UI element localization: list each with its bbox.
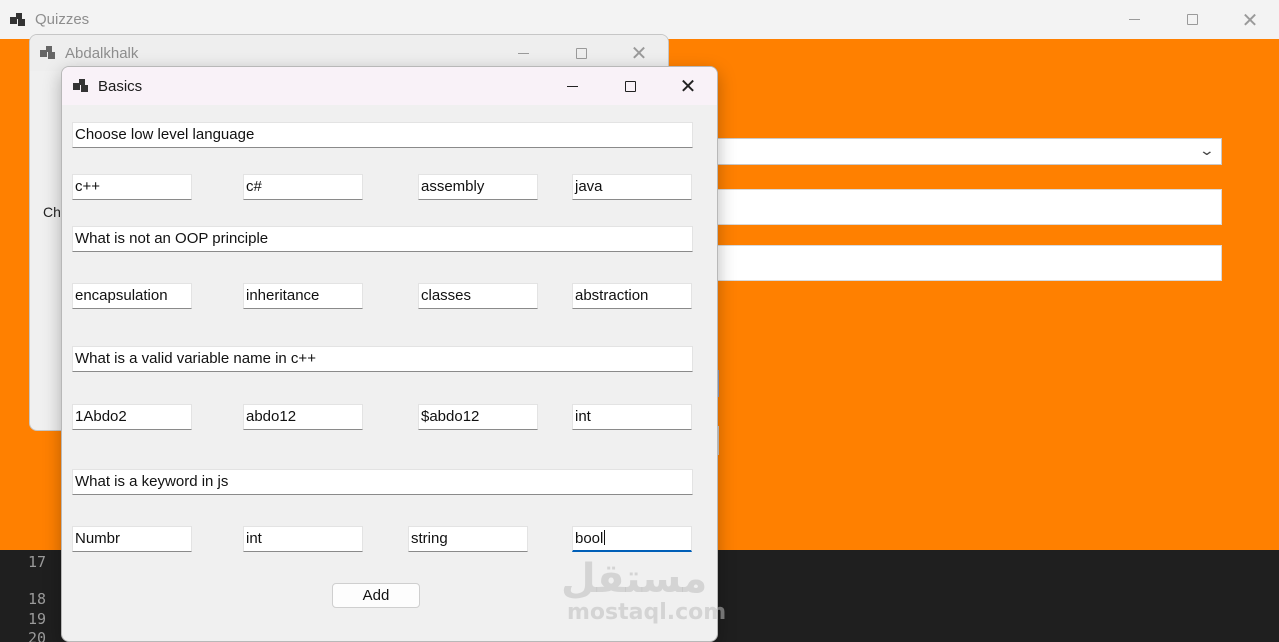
q4-answer-1-input[interactable]: Numbr [72,526,192,552]
q2-answer-3-input[interactable]: classes [418,283,538,309]
q2-answer-4-input[interactable]: abstraction [572,283,692,309]
window-title: Basics [98,77,143,95]
app-window-icon [73,79,89,93]
basics-titlebar[interactable]: Basics ✕ [62,67,717,105]
minimize-icon [1128,19,1140,20]
text-caret [604,530,606,545]
maximize-icon [1186,14,1198,25]
q1-answer-4-input[interactable]: java [572,174,692,200]
line-number: 19 [28,610,47,628]
line-number: 20 [28,629,47,642]
app-window-icon [40,46,56,60]
partial-label: Ch [43,204,61,220]
minimize-icon [517,52,529,54]
question-1-input[interactable]: Choose low level language [72,122,693,148]
window-title: Quizzes [35,11,90,28]
maximize-icon [624,80,636,92]
add-button[interactable]: Add [332,583,420,608]
q2-answer-2-input[interactable]: inheritance [243,283,363,309]
q4-answer-4-input[interactable]: bool [572,526,692,552]
q1-answer-1-input[interactable]: c++ [72,174,192,200]
q4-answer-3-input[interactable]: string [408,526,528,552]
q1-answer-2-input[interactable]: c# [243,174,363,200]
minimize-icon [566,85,578,87]
question-2-input[interactable]: What is not an OOP principle [72,226,693,252]
line-number: 17 [28,553,47,571]
line-number: 18 [28,590,47,608]
window-title: Abdalkhalk [65,44,139,62]
q3-answer-2-input[interactable]: abdo12 [243,404,363,430]
q1-answer-3-input[interactable]: assembly [418,174,538,200]
close-button[interactable]: ✕ [659,67,717,105]
basics-dialog: Basics ✕ Choose low level language c++ c… [61,66,718,642]
question-3-input[interactable]: What is a valid variable name in c++ [72,346,693,372]
close-icon: ✕ [1241,7,1259,32]
category-combobox[interactable]: ⌄ [700,138,1222,165]
q2-answer-1-input[interactable]: encapsulation [72,283,192,309]
app-window-icon [10,12,26,27]
q4-answer-4-value: bool [575,530,604,547]
close-button[interactable]: ✕ [1221,0,1279,39]
close-icon: ✕ [630,41,648,65]
maximize-icon [575,47,587,59]
minimize-button[interactable] [1105,0,1163,39]
maximize-button[interactable] [601,67,659,105]
q4-answer-2-input[interactable]: int [243,526,363,552]
text-input[interactable] [700,245,1222,281]
text-input[interactable] [700,189,1222,225]
maximize-button[interactable] [1163,0,1221,39]
q3-answer-4-input[interactable]: int [572,404,692,430]
q3-answer-3-input[interactable]: $abdo12 [418,404,538,430]
q3-answer-1-input[interactable]: 1Abdo2 [72,404,192,430]
close-icon: ✕ [679,74,697,98]
chevron-down-icon: ⌄ [1198,142,1216,158]
minimize-button[interactable] [543,67,601,105]
question-4-input[interactable]: What is a keyword in js [72,469,693,495]
